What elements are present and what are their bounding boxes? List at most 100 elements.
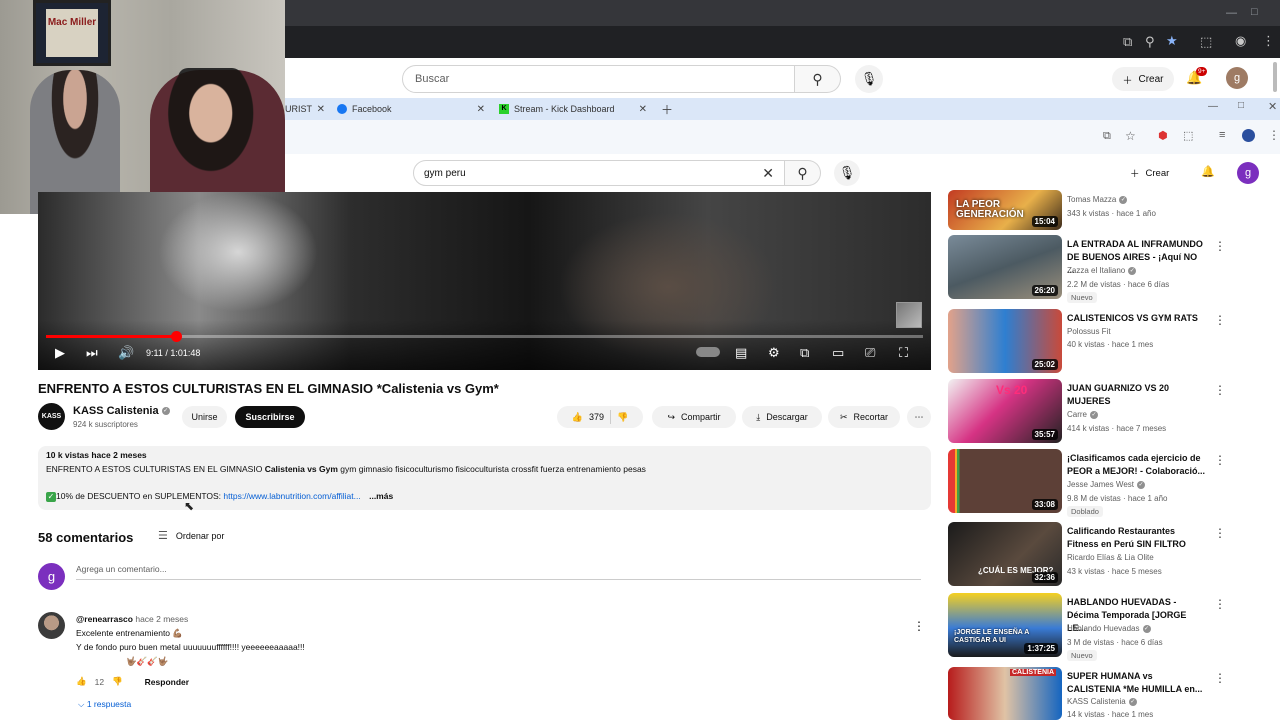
recommendation-title[interactable]: Calificando Restaurantes Fitness en Perú… — [1067, 525, 1207, 551]
inner-voice-search-button[interactable]: 🎙 — [834, 160, 860, 186]
outer-voice-search-button[interactable]: 🎙 — [855, 65, 883, 93]
scrubber-handle[interactable] — [171, 331, 182, 342]
recommendation-item[interactable]: CALISTENIA SUPER HUMANA vs CALISTENIA *M… — [948, 667, 1268, 720]
video-thumbnail[interactable]: 26:20 — [948, 235, 1062, 299]
minimize-icon[interactable]: — — [1226, 7, 1237, 19]
sort-comments-button[interactable]: ☰ Ordenar por — [158, 529, 224, 542]
maximize-icon[interactable]: □ — [1238, 100, 1244, 111]
more-vertical-icon[interactable]: ⋮ — [1214, 313, 1226, 327]
comment-more-icon[interactable]: ⋮ — [913, 619, 925, 633]
menu-dots-icon[interactable]: ⋮ — [1268, 128, 1280, 142]
more-vertical-icon[interactable]: ⋮ — [1214, 383, 1226, 397]
install-app-icon[interactable]: ⧉ — [1103, 130, 1111, 143]
play-icon[interactable]: ▶ — [55, 345, 65, 361]
comment-time[interactable]: hace 2 meses — [135, 614, 188, 624]
recommendation-title[interactable]: CALISTENICOS VS GYM RATS — [1067, 312, 1207, 325]
outer-scrollbar[interactable] — [1273, 62, 1277, 92]
add-comment-input[interactable]: Agrega un comentario... — [76, 564, 167, 574]
subscribe-button[interactable]: Suscribirse — [235, 406, 305, 428]
download-button[interactable]: ⤓ Descargar — [742, 406, 822, 428]
video-thumbnail[interactable]: 33:08 — [948, 449, 1062, 513]
tab-kick[interactable]: K Stream - Kick Dashboard ✕ — [499, 100, 647, 118]
inner-search-input[interactable]: gym peru ✕ — [413, 160, 785, 186]
reply-button[interactable]: Responder — [145, 677, 189, 687]
recommendation-item[interactable]: 26:20 LA ENTRADA AL INFRAMUNDO DE BUENOS… — [948, 235, 1268, 303]
media-icon[interactable]: ≡ — [1219, 129, 1225, 141]
volume-icon[interactable]: 🔊 — [118, 345, 134, 361]
next-icon[interactable]: ⏭ — [86, 345, 98, 361]
outer-avatar[interactable]: g — [1226, 67, 1248, 89]
close-icon[interactable]: ✕ — [317, 104, 325, 115]
close-icon[interactable]: ✕ — [477, 104, 485, 115]
more-vertical-icon[interactable]: ⋮ — [1214, 671, 1226, 685]
video-thumbnail[interactable]: 25:02 — [948, 309, 1062, 373]
clip-button[interactable]: ✂ Recortar — [828, 406, 900, 428]
more-vertical-icon[interactable]: ⋮ — [1214, 597, 1226, 611]
zoom-icon[interactable]: ⚲ — [1145, 34, 1155, 50]
recommendation-item[interactable]: 25:02 CALISTENICOS VS GYM RATS Polossus … — [948, 309, 1268, 375]
recommendation-item[interactable]: ¿CUÁL ES MEJOR? 32:36 Calificando Restau… — [948, 522, 1268, 588]
recommendation-item[interactable]: ¡JORGE LE ENSEÑA A CASTIGAR A UI 1:37:25… — [948, 593, 1268, 661]
settings-gear-icon[interactable]: ⚙ — [768, 345, 780, 361]
outer-search-button[interactable]: ⚲ — [795, 65, 841, 93]
description-box[interactable]: 10 k vistas hace 2 meses ENFRENTO A ESTO… — [38, 446, 931, 513]
thumbs-down-icon[interactable]: 👎 — [617, 412, 628, 423]
more-vertical-icon[interactable]: ⋮ — [1214, 239, 1226, 253]
clear-search-icon[interactable]: ✕ — [762, 165, 774, 182]
extension-icon[interactable]: ⬢ — [1158, 129, 1168, 142]
maximize-icon[interactable]: □ — [1251, 6, 1258, 18]
thumbs-up-icon[interactable]: 👍 — [76, 676, 87, 687]
recommendation-title[interactable]: SUPER HUMANA vs CALISTENIA *Me HUMILLA e… — [1067, 670, 1207, 696]
channel-avatar[interactable]: KASS — [38, 403, 65, 430]
channel-name[interactable]: KASS Calistenia ✓ — [73, 405, 170, 417]
tab-facebook[interactable]: Facebook ✕ — [337, 100, 485, 118]
cast-icon[interactable]: ⎚ — [865, 345, 875, 361]
comment-author[interactable]: @renearrasco — [76, 614, 133, 624]
thumbs-up-icon[interactable]: 👍 — [572, 412, 583, 423]
join-button[interactable]: Unirse — [182, 406, 227, 428]
recommendation-title[interactable]: JUAN GUARNIZO VS 20 MUJERES — [1067, 382, 1207, 408]
bookmark-star-icon[interactable]: ★ — [1166, 33, 1178, 49]
recommendation-item[interactable]: 33:08 ¡Clasificamos cada ejercicio de PE… — [948, 449, 1268, 517]
miniplayer-icon[interactable]: ⧉ — [800, 345, 809, 361]
thumbs-down-icon[interactable]: 👎 — [112, 676, 123, 687]
progress-bar[interactable] — [46, 331, 923, 342]
commenter-avatar[interactable] — [38, 612, 65, 639]
menu-dots-icon[interactable]: ⋮ — [1262, 33, 1275, 49]
theater-mode-icon[interactable]: ▭ — [832, 345, 844, 361]
bell-icon[interactable]: 🔔 — [1201, 165, 1215, 178]
recommendation-item[interactable]: Vs 20 35:57 JUAN GUARNIZO VS 20 MUJERES … — [948, 379, 1268, 445]
video-player[interactable]: ▶ ⏭ 🔊 9:11 / 1:01:48 ▤ ⚙ ⧉ ▭ ⎚ ⛶ — [38, 192, 931, 370]
video-thumbnail[interactable]: ¡JORGE LE ENSEÑA A CASTIGAR A UI 1:37:25 — [948, 593, 1062, 657]
outer-create-button[interactable]: ＋ Crear — [1112, 67, 1174, 91]
share-button[interactable]: ↪ Compartir — [652, 406, 736, 428]
fullscreen-icon[interactable]: ⛶ — [899, 345, 908, 361]
close-icon[interactable]: ✕ — [639, 104, 647, 115]
more-actions-button[interactable]: ⋯ — [907, 406, 931, 428]
inner-avatar[interactable]: g — [1237, 162, 1259, 184]
video-thumbnail[interactable]: ¿CUÁL ES MEJOR? 32:36 — [948, 522, 1062, 586]
video-thumbnail[interactable]: CALISTENIA — [948, 667, 1062, 720]
tab-youtube[interactable]: URIST ✕ — [285, 100, 325, 118]
recommendation-item[interactable]: LA PEOR GENERACIÓN 15:04 Tomas Mazza ✓ 34… — [948, 190, 1268, 232]
video-thumbnail[interactable]: LA PEOR GENERACIÓN 15:04 — [948, 190, 1062, 230]
recommendation-title[interactable]: ¡Clasificamos cada ejercicio de PEOR a M… — [1067, 452, 1207, 478]
install-app-icon[interactable]: ⧉ — [1123, 34, 1132, 50]
show-replies-button[interactable]: ⌵ 1 respuesta — [78, 699, 131, 710]
minimize-icon[interactable]: — — [1208, 101, 1218, 112]
inner-create-button[interactable]: ＋ Crear — [1130, 163, 1190, 183]
close-window-icon[interactable]: ✕ — [1268, 100, 1277, 113]
outer-notifications-button[interactable]: 🔔 9+ — [1186, 67, 1208, 86]
outer-search-input[interactable]: Buscar — [402, 65, 795, 93]
extensions-icon[interactable]: ⬚ — [1200, 34, 1212, 50]
new-tab-icon[interactable]: ＋ — [661, 101, 673, 118]
promo-link[interactable]: https://www.labnutrition.com/affiliat... — [223, 491, 360, 501]
bookmark-star-icon[interactable]: ☆ — [1125, 129, 1136, 143]
profile-icon[interactable]: ◉ — [1235, 33, 1246, 49]
extensions-icon[interactable]: ⬚ — [1183, 129, 1193, 142]
profile-icon[interactable] — [1242, 129, 1255, 142]
more-vertical-icon[interactable]: ⋮ — [1214, 453, 1226, 467]
autoplay-toggle[interactable] — [696, 347, 720, 357]
show-more-link[interactable]: ...más — [369, 491, 393, 501]
subtitles-icon[interactable]: ▤ — [735, 345, 747, 361]
